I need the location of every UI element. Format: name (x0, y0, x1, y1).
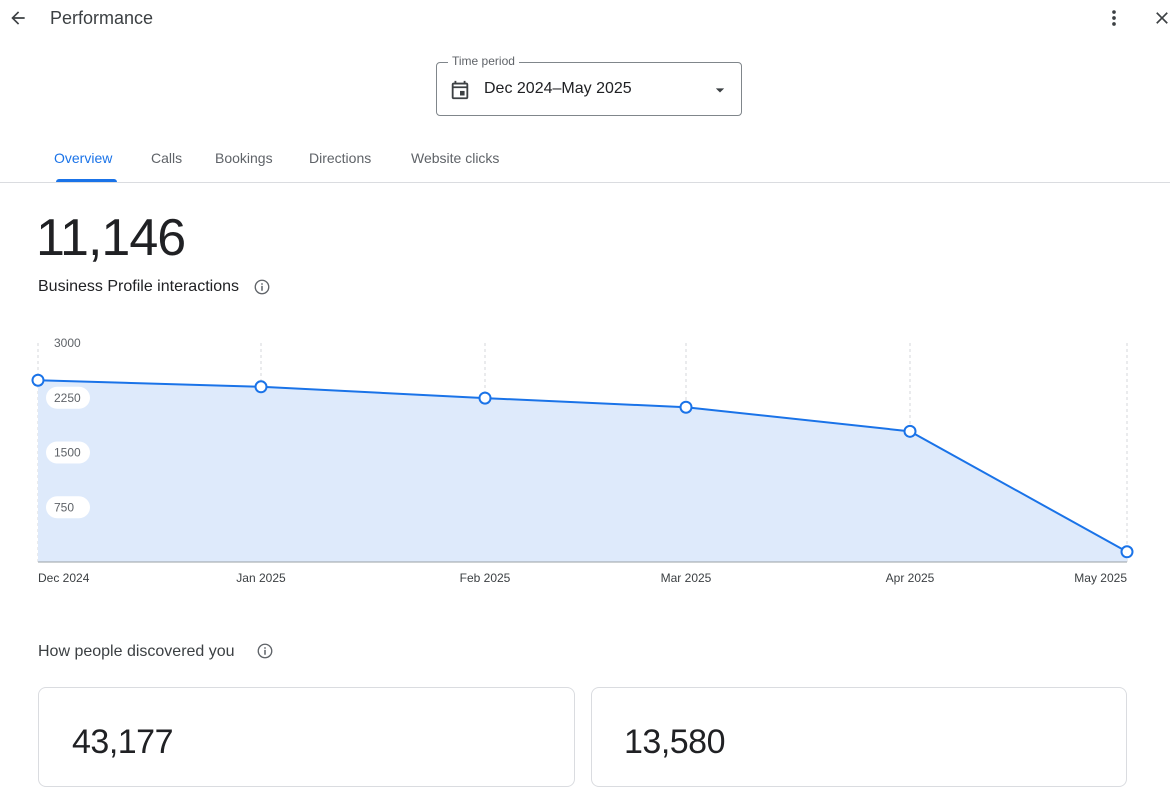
discovery-card[interactable]: 43,177 (38, 687, 575, 787)
discovery-section-title: How people discovered you (38, 643, 235, 660)
x-tick-label: Mar 2025 (661, 571, 712, 585)
y-tick-label: 3000 (54, 336, 81, 350)
close-icon (1156, 12, 1168, 24)
total-interactions-value: 11,146 (36, 209, 186, 267)
time-period-label: Time period (448, 54, 519, 68)
x-tick-label: Dec 2024 (38, 571, 90, 585)
area-fill (38, 380, 1127, 562)
tab-overview[interactable]: Overview (54, 149, 112, 167)
tab-calls[interactable]: Calls (151, 149, 182, 167)
info-icon (254, 279, 270, 295)
discovery-card[interactable]: 13,580 (591, 687, 1127, 787)
tabs-divider (0, 182, 1170, 183)
more-vert-icon (1112, 10, 1116, 26)
calendar-icon (449, 79, 471, 101)
x-tick-label: Jan 2025 (236, 571, 286, 585)
close-button[interactable] (1148, 4, 1170, 32)
total-interactions-label: Business Profile interactions (38, 278, 239, 295)
x-tick-label: May 2025 (1074, 571, 1127, 585)
tab-directions[interactable]: Directions (309, 149, 371, 167)
x-tick-label: Apr 2025 (886, 571, 935, 585)
time-period-value: Dec 2024–May 2025 (484, 80, 632, 97)
y-tick-label: 2250 (54, 391, 81, 405)
page-title: Performance (50, 8, 154, 28)
tab-website-clicks[interactable]: Website clicks (411, 149, 499, 167)
dropdown-arrow-icon (710, 80, 730, 100)
data-point (254, 380, 268, 394)
interactions-info-button[interactable] (253, 278, 271, 296)
data-point (903, 424, 917, 438)
y-tick-label: 1500 (54, 446, 81, 460)
discovery-info-button[interactable] (256, 642, 274, 660)
data-point (478, 391, 492, 405)
info-icon (257, 643, 273, 659)
data-point (679, 400, 693, 414)
more-options-button[interactable] (1100, 4, 1128, 32)
tab-bookings[interactable]: Bookings (215, 149, 273, 167)
discovery-card-value: 13,580 (624, 723, 726, 761)
arrow-back-icon (11, 11, 25, 25)
back-button[interactable] (4, 4, 32, 32)
interactions-chart: 3000 2250 1500 750 Dec 2024 Jan 2025 Feb 2025 M… (31, 336, 1134, 585)
x-tick-label: Feb 2025 (460, 571, 511, 585)
data-point (1120, 545, 1134, 559)
y-tick-label: 750 (54, 500, 74, 514)
discovery-card-value: 43,177 (72, 723, 174, 761)
data-point (31, 373, 45, 387)
